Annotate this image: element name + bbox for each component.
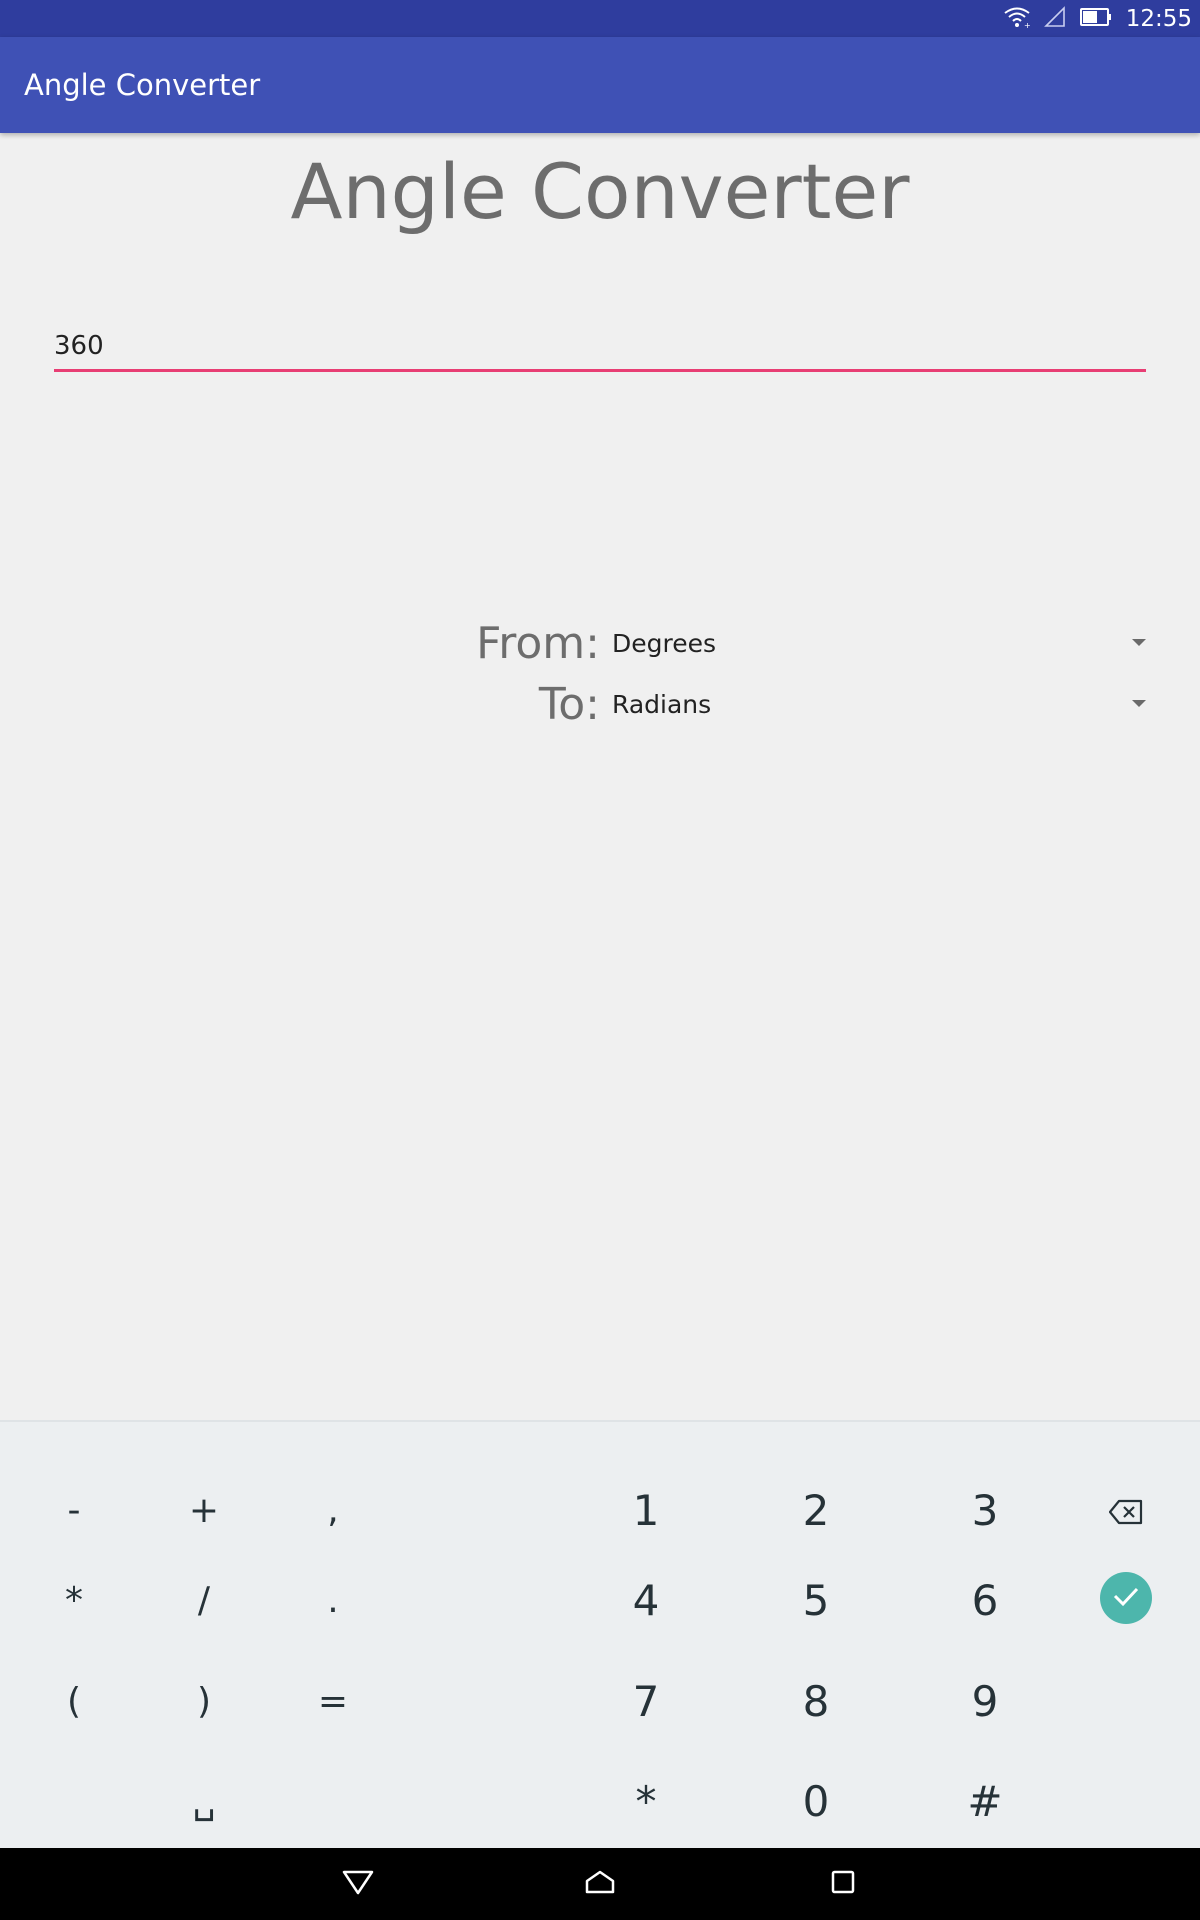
from-label: From: [476,618,600,669]
page-heading: Angle Converter [290,147,910,236]
key-8[interactable]: 8 [756,1656,876,1746]
key-star[interactable]: * [586,1756,706,1846]
from-row: From: Degrees [0,614,1200,674]
app-bar-title: Angle Converter [24,68,261,102]
key-2[interactable]: 2 [756,1465,876,1555]
done-key[interactable] [1100,1572,1152,1624]
dropdown-arrow-icon [1132,639,1146,646]
status-bar: + 12:55 [0,0,1200,37]
wifi-icon: + [1004,6,1030,32]
key-0[interactable]: 0 [756,1756,876,1846]
key-5[interactable]: 5 [756,1555,876,1645]
from-unit-value: Degrees [612,629,717,658]
back-button[interactable] [313,1848,403,1920]
key-6[interactable]: 6 [925,1555,1045,1645]
svg-text:+: + [1024,21,1030,28]
to-label: To: [538,679,600,730]
backspace-key[interactable] [1066,1465,1186,1555]
navigation-bar [0,1848,1200,1920]
home-button[interactable] [555,1848,645,1920]
key-period[interactable]: . [273,1555,393,1645]
key-slash[interactable]: / [144,1555,264,1645]
cell-signal-icon [1043,6,1066,32]
key-equals[interactable]: = [273,1656,393,1746]
key-minus[interactable]: - [14,1465,134,1555]
status-icons: + 12:55 [1004,3,1192,35]
recents-button[interactable] [798,1848,888,1920]
key-4[interactable]: 4 [586,1555,706,1645]
key-plus[interactable]: + [144,1465,264,1555]
key-7[interactable]: 7 [586,1656,706,1746]
home-icon [584,1869,616,1899]
key-comma[interactable]: , [273,1465,393,1555]
key-9[interactable]: 9 [925,1656,1045,1746]
app-bar: Angle Converter [0,37,1200,133]
to-unit-dropdown[interactable]: Radians [612,675,1146,735]
dropdown-arrow-icon [1132,700,1146,707]
battery-icon [1079,7,1112,31]
to-unit-value: Radians [612,690,712,719]
angle-input[interactable] [54,322,1146,372]
key-1[interactable]: 1 [586,1465,706,1555]
status-time: 12:55 [1125,6,1192,32]
key-left-paren[interactable]: ( [14,1656,134,1746]
backspace-icon [1108,1486,1143,1535]
back-icon [342,1869,374,1899]
key-hash[interactable]: # [925,1756,1045,1846]
key-asterisk[interactable]: * [14,1555,134,1645]
check-icon [1112,1585,1140,1611]
recents-icon [830,1869,856,1899]
numeric-keyboard: - + , 1 2 3 * / . 4 5 6 ( ) = 7 8 9 ␣ * … [0,1420,1200,1848]
to-row: To: Radians [0,675,1200,735]
key-right-paren[interactable]: ) [144,1656,264,1746]
key-space[interactable]: ␣ [144,1756,264,1846]
from-unit-dropdown[interactable]: Degrees [612,614,1146,674]
key-3[interactable]: 3 [925,1465,1045,1555]
